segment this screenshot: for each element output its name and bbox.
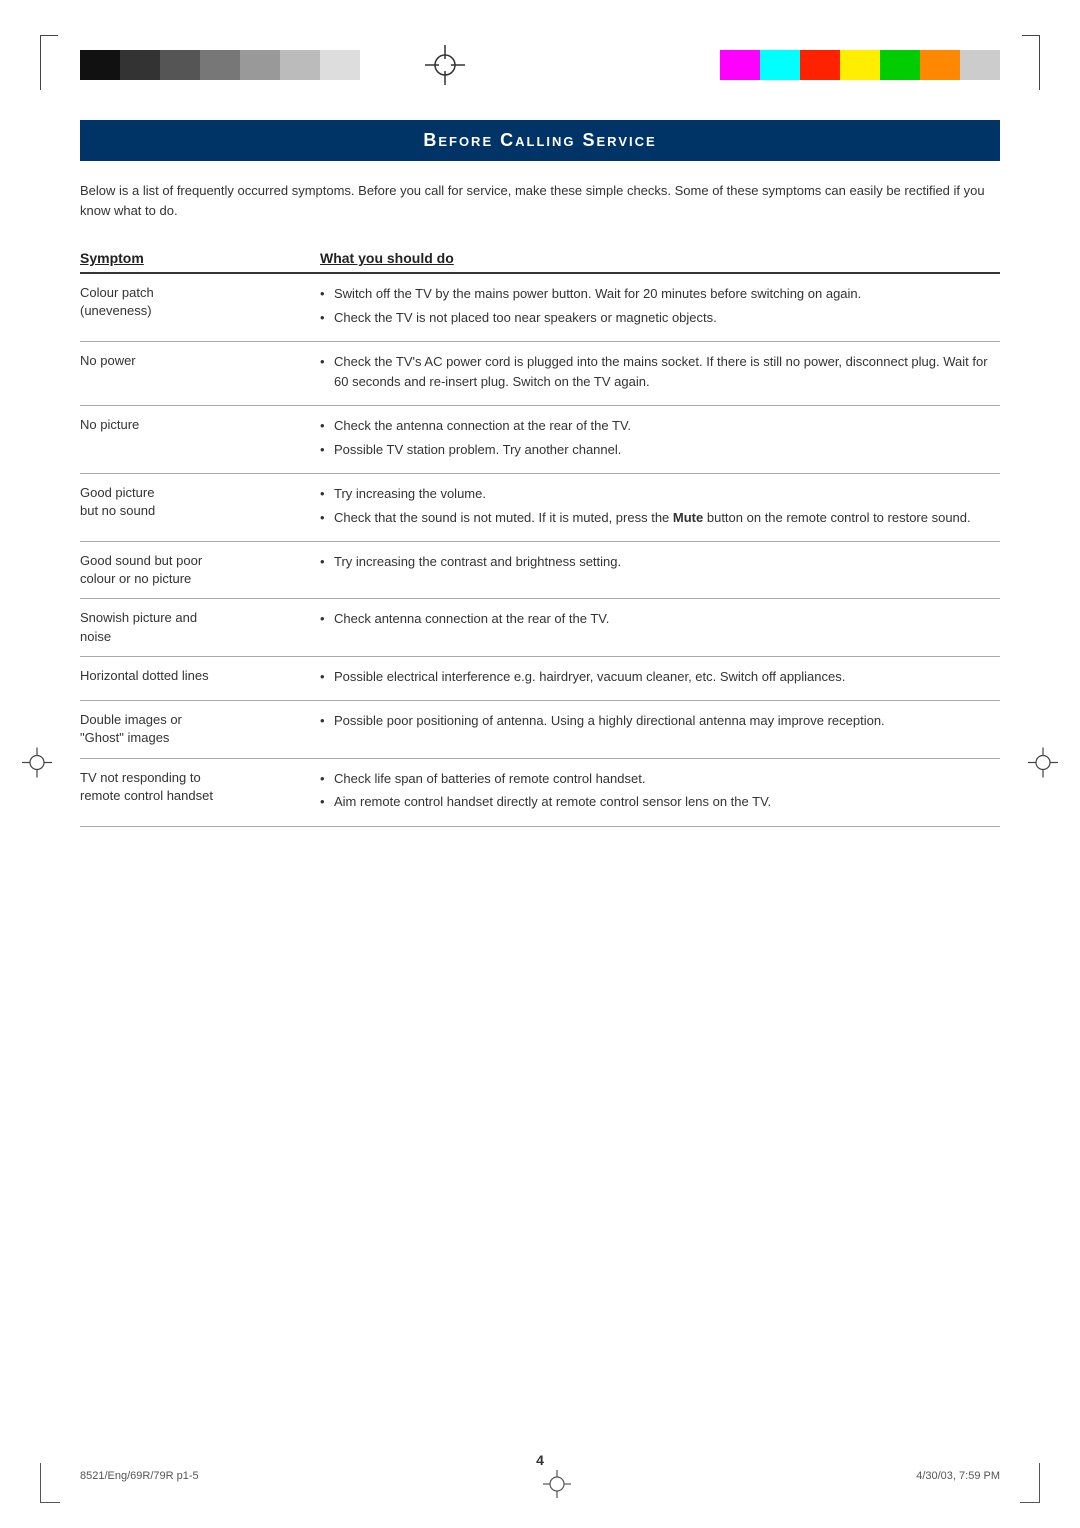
color-bar-magenta (720, 50, 760, 80)
mute-bold: Mute (673, 510, 703, 525)
crosshair-side-left (22, 748, 52, 781)
grayscale-blocks (80, 50, 360, 80)
gray-bar-5 (240, 50, 280, 80)
symptom-cell: Colour patch(uneveness) (80, 284, 300, 320)
table-row: Double images or"Ghost" images Possible … (80, 701, 1000, 758)
crosshair-left (420, 40, 470, 90)
table-row: Snowish picture andnoise Check antenna c… (80, 599, 1000, 656)
corner-mark-top-left (40, 35, 58, 90)
list-item: Aim remote control handset directly at r… (320, 792, 1000, 812)
corner-mark-top-right (1022, 35, 1040, 90)
action-cell: Check the TV's AC power cord is plugged … (300, 352, 1000, 395)
table-row: TV not responding toremote control hands… (80, 759, 1000, 827)
table-row: Good sound but poorcolour or no picture … (80, 542, 1000, 599)
action-cell: Possible electrical interference e.g. ha… (300, 667, 1000, 691)
action-cell: Possible poor positioning of antenna. Us… (300, 711, 1000, 735)
symptom-cell: Good sound but poorcolour or no picture (80, 552, 300, 588)
color-bar-yellow (840, 50, 880, 80)
corner-mark-bottom-left (40, 1463, 60, 1503)
action-cell: Check the antenna connection at the rear… (300, 416, 1000, 463)
list-item: Switch off the TV by the mains power but… (320, 284, 1000, 304)
crosshair-side-right (1028, 748, 1058, 781)
table-row: No power Check the TV's AC power cord is… (80, 342, 1000, 406)
color-bar-red (800, 50, 840, 80)
symptom-cell: Good picturebut no sound (80, 484, 300, 520)
color-bar-light (960, 50, 1000, 80)
list-item: Possible poor positioning of antenna. Us… (320, 711, 1000, 731)
color-bar-cyan (760, 50, 800, 80)
table-row: Good picturebut no sound Try increasing … (80, 474, 1000, 542)
gray-bar-7 (320, 50, 360, 80)
top-bar-area (80, 0, 1000, 120)
troubleshooting-table: Symptom What you should do Colour patch(… (80, 250, 1000, 827)
action-cell: Switch off the TV by the mains power but… (300, 284, 1000, 331)
table-header-row: Symptom What you should do (80, 250, 1000, 274)
symptom-column-header: Symptom (80, 250, 300, 266)
table-row: No picture Check the antenna connection … (80, 406, 1000, 474)
gray-bar-3 (160, 50, 200, 80)
color-bar-green (880, 50, 920, 80)
list-item: Try increasing the volume. (320, 484, 1000, 504)
gray-bar-2 (120, 50, 160, 80)
list-item: Possible TV station problem. Try another… (320, 440, 1000, 460)
page: Before Calling Service Below is a list o… (0, 0, 1080, 1528)
footer-left-text: 8521/Eng/69R/79R p1-5 (80, 1470, 199, 1498)
corner-mark-bottom-right (1020, 1463, 1040, 1503)
color-bar-orange (920, 50, 960, 80)
right-color-bars (720, 50, 1000, 80)
symptom-cell: No power (80, 352, 300, 370)
list-item: Check that the sound is not muted. If it… (320, 508, 1000, 528)
page-number: 4 (536, 1452, 544, 1468)
page-number-area: 4 (0, 1452, 1080, 1468)
symptom-cell: No picture (80, 416, 300, 434)
footer-crosshair (543, 1470, 571, 1498)
action-cell: Try increasing the volume. Check that th… (300, 484, 1000, 531)
footer-right-text: 4/30/03, 7:59 PM (916, 1470, 1000, 1498)
intro-paragraph: Below is a list of frequently occurred s… (80, 181, 1000, 220)
list-item: Check the TV's AC power cord is plugged … (320, 352, 1000, 391)
list-item: Try increasing the contrast and brightne… (320, 552, 1000, 572)
action-column-header: What you should do (300, 250, 1000, 266)
action-cell: Check antenna connection at the rear of … (300, 609, 1000, 633)
footer: 8521/Eng/69R/79R p1-5 4/30/03, 7:59 PM (80, 1470, 1000, 1498)
color-blocks (720, 50, 1000, 80)
list-item: Check antenna connection at the rear of … (320, 609, 1000, 629)
page-title: Before Calling Service (80, 120, 1000, 161)
gray-bar-6 (280, 50, 320, 80)
symptom-cell: Snowish picture andnoise (80, 609, 300, 645)
gray-bar-4 (200, 50, 240, 80)
symptom-cell: TV not responding toremote control hands… (80, 769, 300, 805)
list-item: Possible electrical interference e.g. ha… (320, 667, 1000, 687)
symptom-cell: Horizontal dotted lines (80, 667, 300, 685)
left-color-bars (80, 40, 470, 90)
table-row: Horizontal dotted lines Possible electri… (80, 657, 1000, 702)
list-item: Check the antenna connection at the rear… (320, 416, 1000, 436)
action-cell: Check life span of batteries of remote c… (300, 769, 1000, 816)
crosshair-left-icon (425, 45, 465, 85)
title-text: Before Calling Service (423, 130, 656, 150)
symptom-cell: Double images or"Ghost" images (80, 711, 300, 747)
gray-bar-1 (80, 50, 120, 80)
list-item: Check life span of batteries of remote c… (320, 769, 1000, 789)
table-row: Colour patch(uneveness) Switch off the T… (80, 274, 1000, 342)
action-cell: Try increasing the contrast and brightne… (300, 552, 1000, 576)
list-item: Check the TV is not placed too near spea… (320, 308, 1000, 328)
